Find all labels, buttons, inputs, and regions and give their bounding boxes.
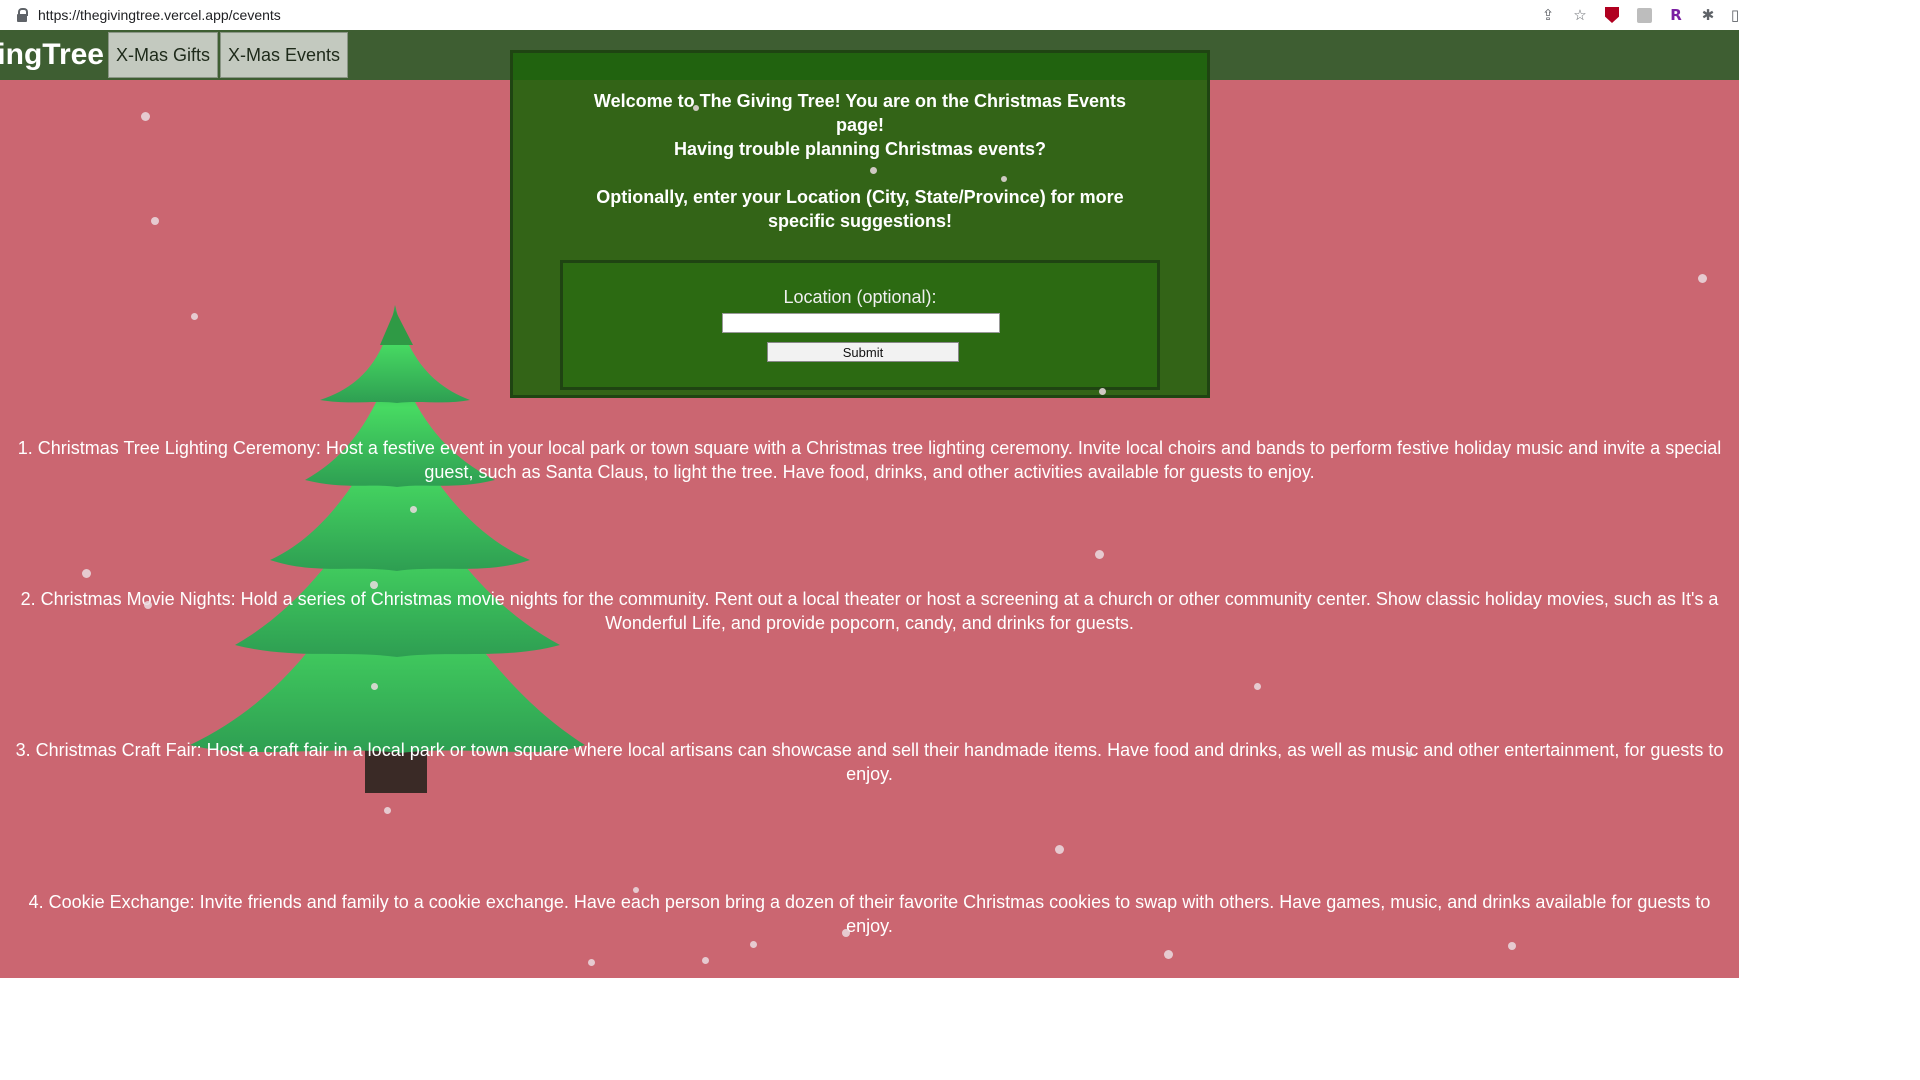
trouble-message: Having trouble planning Christmas events…: [673, 139, 1047, 159]
snowflake: [1508, 942, 1516, 950]
snowflake: [702, 957, 709, 964]
snowflake: [82, 569, 91, 578]
snowflake: [370, 581, 378, 589]
snowflake: [144, 601, 152, 609]
url-text[interactable]: https://thegivingtree.vercel.app/cevents: [38, 7, 281, 23]
browser-toolbar-icons: ⇪ ☆ R ✱ ▯: [1539, 0, 1739, 30]
location-hint: Optionally, enter your Location (City, S…: [596, 187, 1124, 231]
lock-icon: [16, 8, 28, 22]
nav-xmas-gifts[interactable]: X-Mas Gifts: [108, 32, 219, 78]
location-input[interactable]: [722, 313, 1000, 333]
star-icon[interactable]: ☆: [1571, 6, 1589, 24]
share-icon[interactable]: ⇪: [1539, 6, 1557, 24]
puzzle-icon[interactable]: ✱: [1699, 6, 1717, 24]
snowflake: [1406, 751, 1412, 757]
snowflake: [410, 506, 417, 513]
ublock-icon[interactable]: [1603, 6, 1621, 24]
location-label: Location (optional):: [783, 287, 937, 307]
snowflake: [693, 105, 699, 111]
snowflake: [384, 807, 391, 814]
snowflake: [588, 959, 595, 966]
extension-icon[interactable]: [1635, 6, 1653, 24]
snowflake: [371, 683, 378, 690]
snowflake: [1254, 683, 1261, 690]
snowflake: [870, 167, 877, 174]
brand-logo[interactable]: ingTree: [0, 38, 104, 72]
welcome-message: Welcome to The Giving Tree! You are on t…: [593, 91, 1127, 135]
snowflake: [750, 941, 757, 948]
event-item-2: 2. Christmas Movie Nights: Hold a series…: [20, 589, 1719, 633]
location-form: Location (optional): Submit: [560, 260, 1160, 390]
sidebar-icon[interactable]: ▯: [1731, 6, 1739, 24]
tree-tip: [380, 310, 413, 345]
snowflake: [1099, 388, 1106, 395]
event-item-3: 3. Christmas Craft Fair: Host a craft fa…: [15, 740, 1724, 784]
browser-address-bar[interactable]: https://thegivingtree.vercel.app/cevents…: [0, 0, 1739, 31]
snowflake: [1001, 176, 1007, 182]
snowflake: [633, 887, 639, 893]
welcome-panel: Welcome to The Giving Tree! You are on t…: [510, 50, 1210, 398]
snowflake: [191, 313, 198, 320]
snowflake: [842, 929, 850, 937]
submit-button[interactable]: Submit: [767, 342, 959, 362]
nav-xmas-events[interactable]: X-Mas Events: [220, 32, 349, 78]
snowflake: [151, 217, 159, 225]
event-item-4: 4. Cookie Exchange: Invite friends and f…: [28, 892, 1711, 936]
page-content: ingTree X-Mas Gifts X-Mas Events Welcome…: [0, 30, 1739, 978]
snowflake: [1055, 845, 1064, 854]
event-item-1: 1. Christmas Tree Lighting Ceremony: Hos…: [17, 438, 1722, 482]
snowflake: [1698, 274, 1707, 283]
r-extension-icon[interactable]: R: [1667, 6, 1685, 24]
snowflake: [1164, 950, 1173, 959]
snowflake: [141, 112, 150, 121]
snowflake: [1095, 550, 1104, 559]
